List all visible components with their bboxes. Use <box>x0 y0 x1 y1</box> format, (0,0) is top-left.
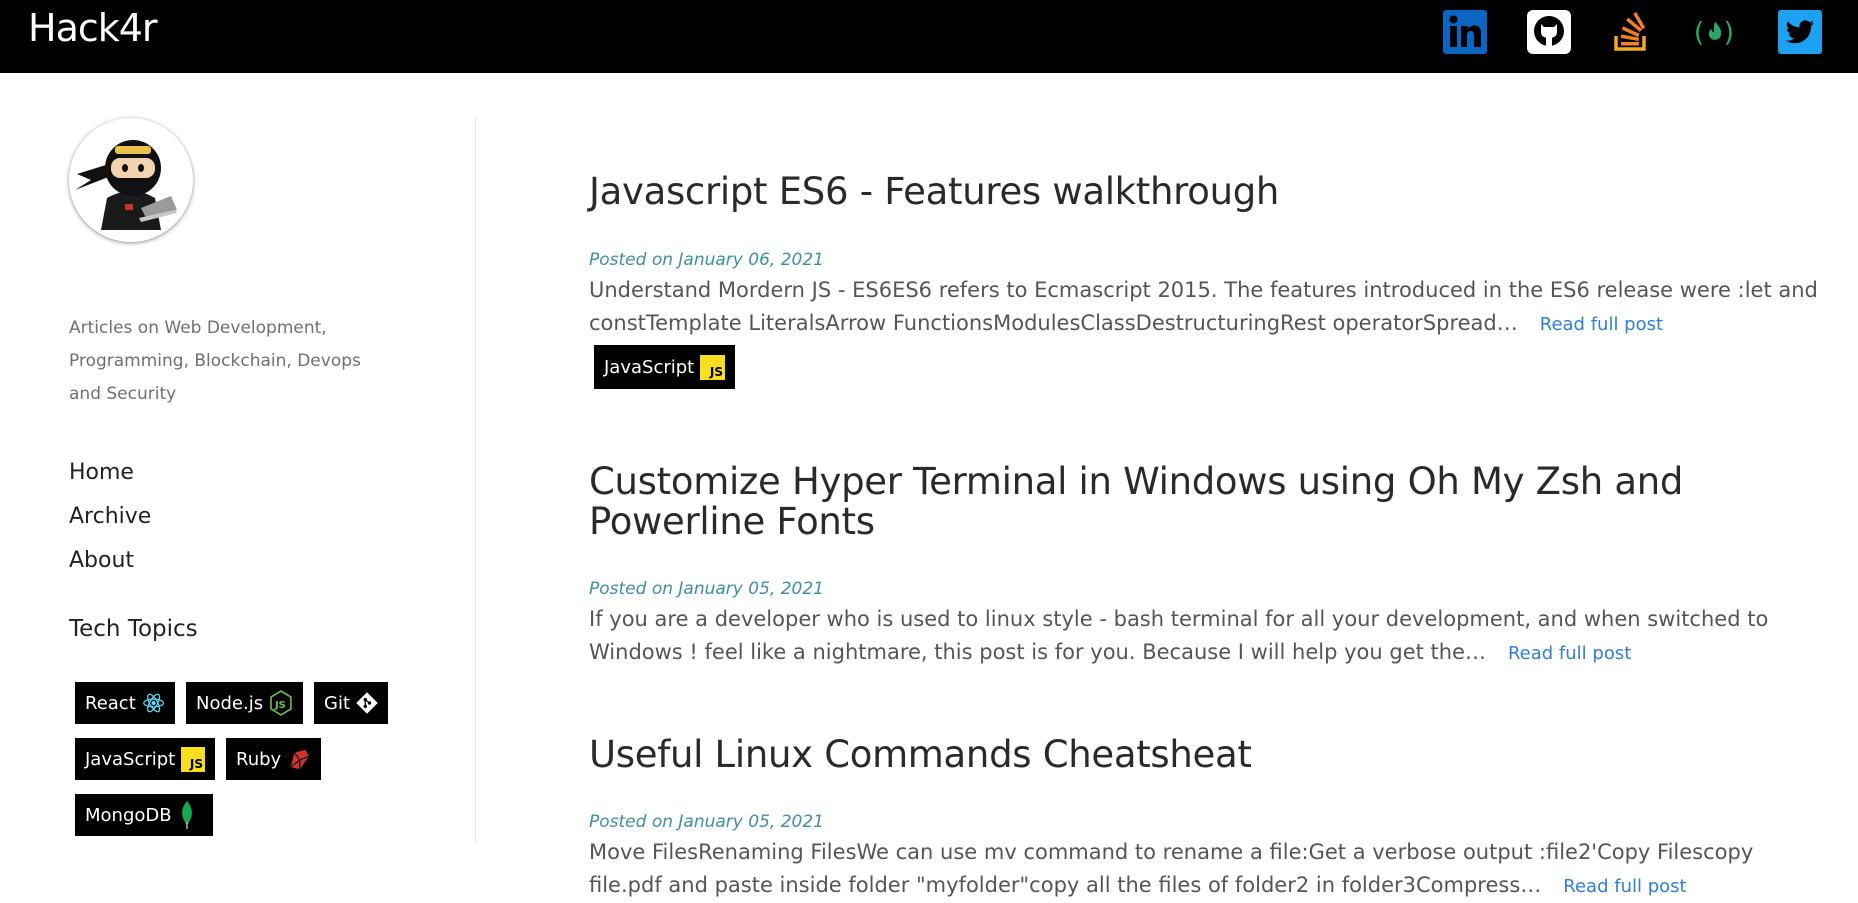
git-icon <box>356 692 378 714</box>
javascript-icon: JS <box>700 354 725 380</box>
topic-label: Node.js <box>196 692 264 714</box>
nav-about[interactable]: About <box>69 548 134 573</box>
post-title[interactable]: Useful Linux Commands Cheatsheat <box>589 735 1819 775</box>
javascript-icon: JS <box>181 746 205 772</box>
read-full-post-link[interactable]: Read full post <box>1540 314 1663 335</box>
read-full-post-link[interactable]: Read full post <box>1508 643 1631 664</box>
linkedin-icon <box>1443 10 1487 54</box>
sidebar-divider <box>475 118 476 842</box>
react-icon <box>142 693 164 713</box>
topic-label: Ruby <box>236 748 282 770</box>
topic-tag-git[interactable]: Git <box>314 682 388 724</box>
topic-label: Git <box>324 692 351 714</box>
post-excerpt: Understand Mordern JS - ES6ES6 refers to… <box>589 274 1819 341</box>
linkedin-link[interactable] <box>1443 10 1487 54</box>
nav-home[interactable]: Home <box>69 460 134 485</box>
nav-archive[interactable]: Archive <box>69 504 151 529</box>
svg-text:JS: JS <box>274 700 286 711</box>
github-link[interactable] <box>1527 10 1571 54</box>
post-title[interactable]: Customize Hyper Terminal in Windows usin… <box>589 462 1819 542</box>
post-tag-label: JavaScript <box>604 356 695 378</box>
twitter-link[interactable] <box>1778 10 1822 54</box>
topic-label: MongoDB <box>85 804 172 826</box>
topic-tag-javascript[interactable]: JavaScript JS <box>75 738 215 780</box>
mongodb-leaf-icon <box>181 801 192 829</box>
top-navbar: Hack4r ( ) <box>0 0 1858 73</box>
ruby-icon <box>290 749 310 770</box>
post-date: Posted on January 05, 2021 <box>589 812 824 832</box>
avatar <box>69 118 193 242</box>
topic-tag-mongodb[interactable]: MongoDB <box>75 794 213 836</box>
freecodecamp-icon: ( ) <box>1694 18 1734 49</box>
site-brand[interactable]: Hack4r <box>28 6 158 50</box>
ninja-avatar-icon <box>69 118 193 242</box>
post-excerpt: If you are a developer who is used to li… <box>589 603 1819 670</box>
svg-text:(: ( <box>1694 18 1704 49</box>
twitter-icon <box>1778 10 1822 54</box>
topic-label: React <box>85 692 136 714</box>
stackoverflow-icon <box>1614 11 1646 51</box>
github-icon <box>1527 10 1571 54</box>
site-tagline: Articles on Web Development, Programming… <box>69 318 361 404</box>
topic-tag-ruby[interactable]: Ruby <box>226 738 321 780</box>
topic-label: JavaScript <box>85 748 176 770</box>
post-date: Posted on January 05, 2021 <box>589 579 824 599</box>
topic-tag-react[interactable]: React <box>75 682 175 724</box>
tech-topics-title: Tech Topics <box>69 616 198 642</box>
post-excerpt: Move FilesRenaming FilesWe can use mv co… <box>589 836 1819 903</box>
post-title[interactable]: Javascript ES6 - Features walkthrough <box>589 172 1819 212</box>
stackoverflow-link[interactable] <box>1610 10 1654 54</box>
post-tag-javascript[interactable]: JavaScript JS <box>594 345 735 389</box>
topic-tag-nodejs[interactable]: Node.js JS <box>186 682 303 724</box>
post-date: Posted on January 06, 2021 <box>589 250 824 270</box>
read-full-post-link[interactable]: Read full post <box>1563 876 1686 897</box>
freecodecamp-link[interactable]: ( ) <box>1693 10 1737 54</box>
nodejs-icon: JS <box>270 690 292 716</box>
svg-text:): ) <box>1724 18 1734 49</box>
